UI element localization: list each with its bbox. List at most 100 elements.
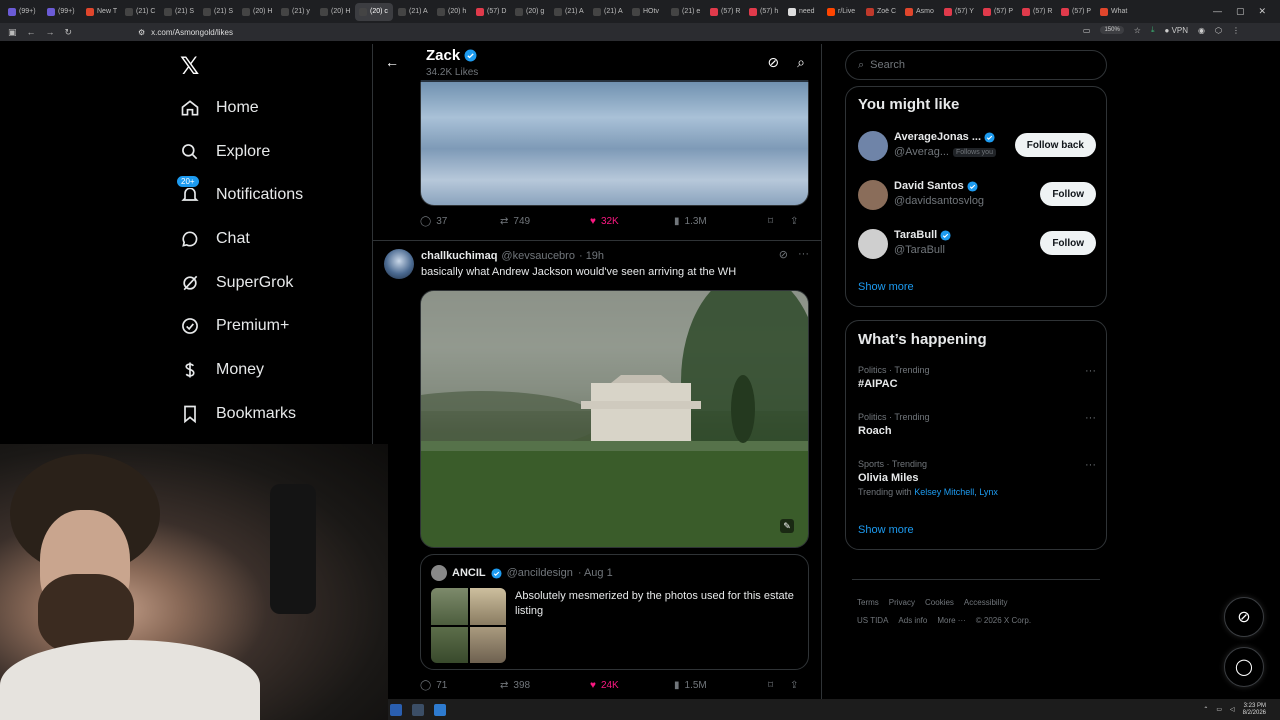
more-icon[interactable]: ··· (1085, 365, 1096, 377)
browser-tab[interactable]: (57) P (979, 3, 1017, 21)
quote-tweet[interactable]: ANCIL @ancildesign · Aug 1 Absolutely me… (420, 554, 809, 670)
browser-tab[interactable]: What (1096, 3, 1134, 21)
browser-tab[interactable]: HOtv (628, 3, 666, 21)
grok-icon[interactable]: ⊘ (779, 248, 788, 261)
browser-tab[interactable]: (20) H (238, 3, 276, 21)
more-icon[interactable]: ··· (798, 248, 809, 261)
trend-item[interactable]: Politics · Trending #AIPAC ··· (858, 365, 1096, 390)
browser-tab[interactable]: (21) C (121, 3, 159, 21)
download-icon[interactable]: ⤓ (1151, 25, 1155, 35)
reload-icon[interactable]: ↻ (65, 27, 73, 38)
search-input[interactable]: ⌕ Search (845, 50, 1107, 80)
footer-link[interactable]: Ads info (898, 616, 927, 625)
star-icon[interactable]: ☆ (1134, 26, 1141, 35)
follow-suggestion[interactable]: David Santos @davidsantosvlog Follow (858, 178, 1096, 212)
show-more-link[interactable]: Show more (858, 281, 914, 293)
footer-link[interactable]: Privacy (889, 598, 915, 607)
back-icon[interactable]: ← (27, 27, 36, 37)
views-button[interactable]: ▮ 1.3M (674, 216, 768, 227)
bookmark-button[interactable]: ⌑ (768, 216, 790, 227)
footer-link[interactable]: US TIDA (857, 616, 888, 625)
browser-tab[interactable]: (57) D (472, 3, 510, 21)
minimize-icon[interactable]: — (1213, 6, 1222, 17)
tweet-media[interactable] (420, 80, 809, 206)
extensions-icon[interactable]: ⬡ (1215, 26, 1222, 35)
menu-icon[interactable]: ⋮ (1232, 26, 1240, 35)
zoom-badge[interactable]: 150% (1100, 26, 1124, 34)
tweet-media[interactable]: ✎ (420, 290, 809, 548)
profile-icon[interactable]: ◉ (1198, 26, 1205, 35)
browser-tab[interactable]: New T (82, 3, 120, 21)
tweet-time[interactable]: · 19h (579, 250, 604, 262)
vpn-badge[interactable]: ● VPN (1165, 26, 1189, 35)
like-button[interactable]: ♥ 32K (590, 216, 674, 227)
search-icon[interactable]: ⌕ (797, 54, 805, 71)
back-arrow-icon[interactable]: ← (385, 54, 399, 70)
avatar[interactable] (858, 131, 888, 161)
avatar[interactable] (858, 180, 888, 210)
footer-link[interactable]: Accessibility (964, 598, 1008, 607)
browser-tab[interactable]: (20) H (316, 3, 354, 21)
reader-icon[interactable]: ▭ (1083, 26, 1091, 35)
follow-button[interactable]: Follow (1040, 182, 1096, 206)
follow-button[interactable]: Follow back (1014, 133, 1096, 157)
steam-icon[interactable] (412, 703, 424, 716)
forward-icon[interactable]: → (46, 27, 55, 37)
more-icon[interactable]: ··· (1085, 459, 1096, 471)
sidebar-item-money[interactable]: Money (180, 358, 264, 382)
network-icon[interactable]: ▭ (1216, 706, 1222, 713)
sidebar-item-bookmarks[interactable]: Bookmarks (180, 402, 296, 426)
volume-icon[interactable]: ◁ (1230, 706, 1235, 713)
browser-tab[interactable]: Asmo (901, 3, 939, 21)
tray-chevron-icon[interactable]: ⌃ (1203, 706, 1208, 713)
browser-tab[interactable]: (20) g (511, 3, 549, 21)
reply-button[interactable]: ◯ 37 (420, 216, 500, 227)
footer-link[interactable]: More ··· (937, 616, 965, 625)
follow-suggestion[interactable]: TaraBull @TaraBull Follow (858, 227, 1096, 261)
site-info-icon[interactable]: ⚙ (138, 28, 145, 37)
browser-tab[interactable]: (57) R (706, 3, 744, 21)
browser-tab[interactable]: Zoë C (862, 3, 900, 21)
tweet-author-name[interactable]: challkuchimaq (421, 250, 497, 262)
browser-tab[interactable]: (99+) (4, 3, 42, 21)
browser-tab[interactable]: (21) S (199, 3, 237, 21)
browser-tab[interactable]: (57) R (1018, 3, 1056, 21)
avatar[interactable] (384, 249, 414, 279)
browser-tab[interactable]: (57) P (1057, 3, 1095, 21)
footer-link[interactable]: Cookies (925, 598, 954, 607)
browser-tab[interactable]: (20) c (355, 2, 393, 21)
trend-item[interactable]: Politics · Trending Roach ··· (858, 412, 1096, 437)
messages-fab-button[interactable]: ◯ (1224, 647, 1264, 687)
sidebar-toggle-icon[interactable]: ▣ (8, 27, 17, 38)
sidebar-item-home[interactable]: Home (180, 96, 259, 120)
sidebar-item-chat[interactable]: Chat (180, 227, 250, 251)
browser-tab[interactable]: r/Live (823, 3, 861, 21)
bookmark-button[interactable]: ⌑ (768, 680, 790, 691)
sidebar-item-premium[interactable]: Premium+ (180, 314, 289, 338)
browser-tab[interactable]: (21) y (277, 3, 315, 21)
like-button[interactable]: ♥ 24K (590, 680, 674, 691)
follow-suggestion[interactable]: AverageJonas ... @Averag... Follows you Fol… (858, 129, 1096, 163)
maximize-icon[interactable]: ▢ (1236, 6, 1245, 17)
browser-tab[interactable]: need (784, 3, 822, 21)
browser-tab[interactable]: (21) A (589, 3, 627, 21)
browser-tab[interactable]: (21) S (160, 3, 198, 21)
grok-edit-icon[interactable]: ✎ (780, 519, 794, 533)
repost-button[interactable]: ⇄ 398 (500, 680, 590, 691)
browser-tab[interactable]: (21) e (667, 3, 705, 21)
show-more-link[interactable]: Show more (858, 524, 914, 536)
sidebar-item-notifications[interactable]: 20+ Notifications (176, 175, 303, 207)
share-button[interactable]: ⇪ (790, 216, 798, 227)
url-field[interactable]: ⚙ x.com/Asmongold/likes (138, 25, 233, 39)
repost-button[interactable]: ⇄ 749 (500, 216, 590, 227)
footer-link[interactable]: © 2026 X Corp. (976, 616, 1031, 625)
tweet-author-handle[interactable]: @kevsaucebro (501, 250, 575, 262)
app-icon[interactable] (390, 703, 402, 716)
share-button[interactable]: ⇪ (790, 680, 798, 691)
footer-link[interactable]: Terms (857, 598, 879, 607)
app-icon[interactable] (434, 703, 446, 716)
avatar[interactable] (858, 229, 888, 259)
taskbar-clock[interactable]: 3:23 PM 8/2/2026 (1243, 703, 1266, 717)
sidebar-item-explore[interactable]: Explore (180, 140, 270, 164)
browser-tab[interactable]: (20) h (433, 3, 471, 21)
